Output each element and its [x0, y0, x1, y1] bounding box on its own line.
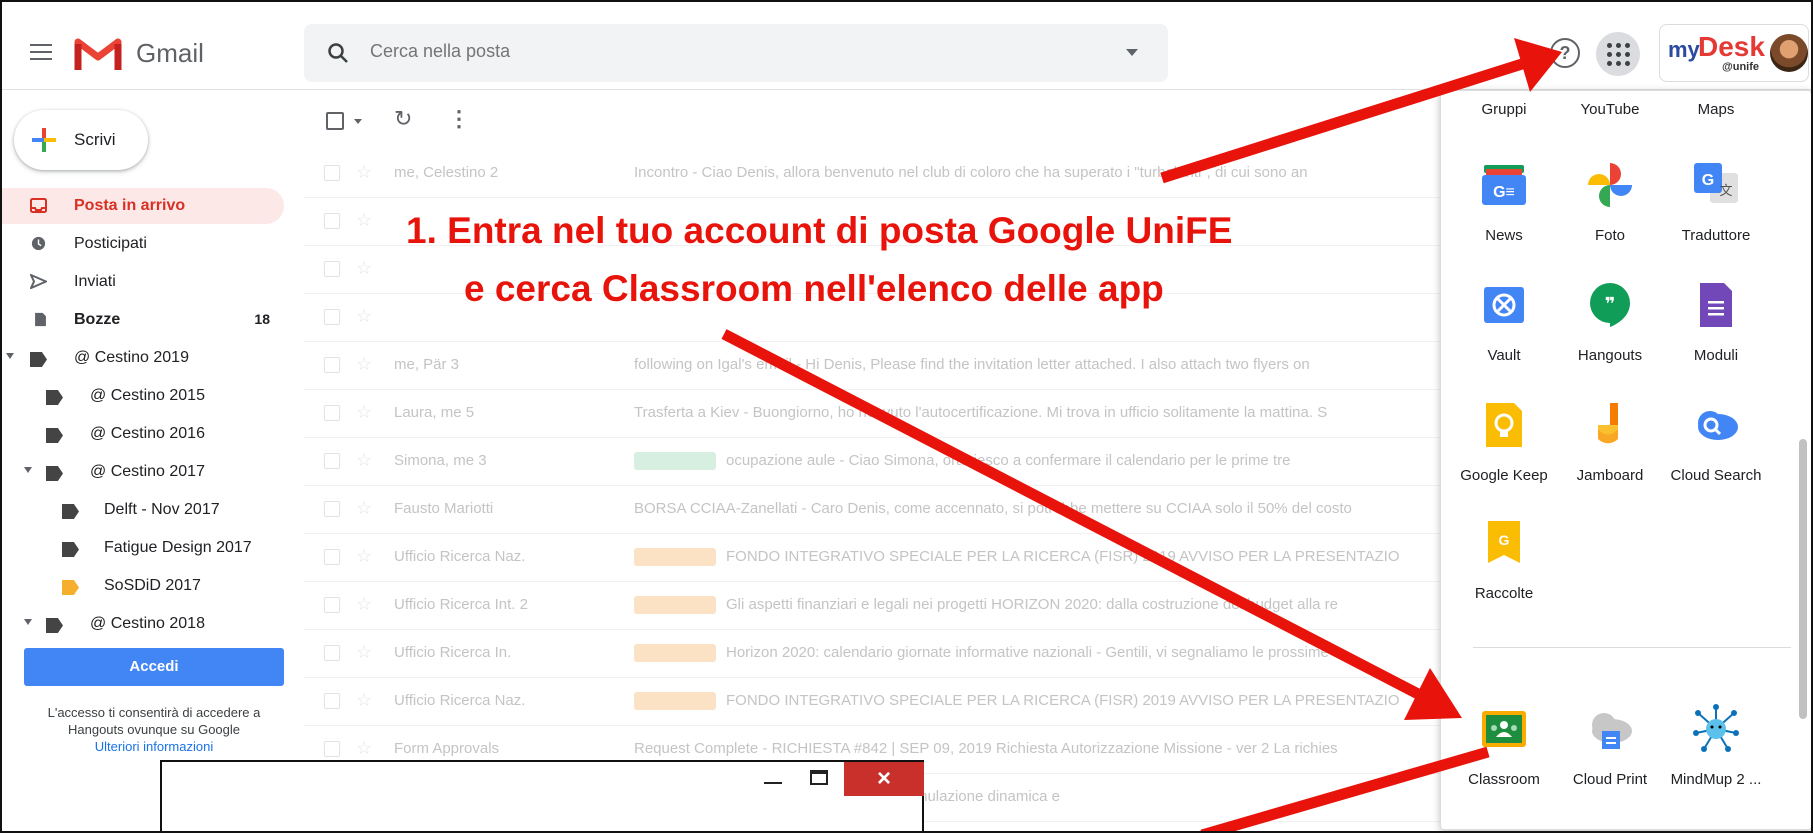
- annotation-arrows: [721, 38, 1562, 831]
- arrow-to-classroom: [721, 329, 1425, 701]
- arrow-to-apps-button: [1160, 58, 1524, 184]
- screenshot-frame: Gmail ? my Desk @unife: [0, 0, 1813, 833]
- arrow-from-below: [1200, 746, 1490, 831]
